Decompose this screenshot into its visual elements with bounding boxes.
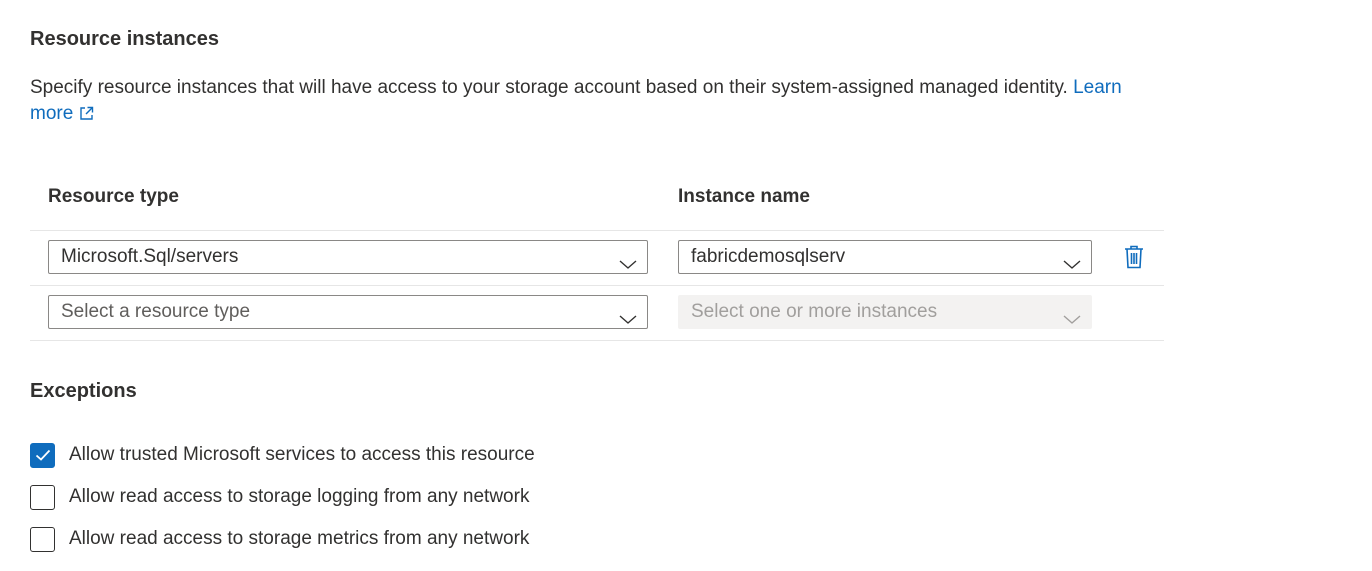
exception-storage-metrics[interactable]: Allow read access to storage metrics fro… xyxy=(30,525,529,553)
delete-icon[interactable] xyxy=(1124,245,1144,274)
instance-name-dropdown-disabled: Select one or more instances xyxy=(678,295,1092,329)
resource-instances-heading: Resource instances xyxy=(30,28,219,50)
chevron-down-icon xyxy=(619,250,637,282)
resource-type-value: Microsoft.Sql/servers xyxy=(61,246,239,267)
exception-storage-logging[interactable]: Allow read access to storage logging fro… xyxy=(30,483,529,511)
learn-more-link-text-1: Learn xyxy=(1073,77,1122,98)
checkbox-label[interactable]: Allow read access to storage metrics fro… xyxy=(69,528,529,550)
description-text: Specify resource instances that will hav… xyxy=(30,77,1068,98)
table-row: Microsoft.Sql/servers fabricdemosqlserv xyxy=(30,231,1164,286)
checkmark-icon xyxy=(35,449,50,461)
checkbox-label[interactable]: Allow trusted Microsoft services to acce… xyxy=(69,444,535,466)
column-header-resource-type: Resource type xyxy=(48,186,179,207)
learn-more-link-text-2: more xyxy=(30,103,74,124)
exceptions-heading: Exceptions xyxy=(30,380,137,402)
checkbox-checked[interactable] xyxy=(30,442,55,468)
checkbox-unchecked[interactable] xyxy=(30,484,55,510)
resource-type-dropdown[interactable]: Select a resource type xyxy=(48,295,648,329)
chevron-down-icon xyxy=(1063,250,1081,282)
exception-trusted-services[interactable]: Allow trusted Microsoft services to acce… xyxy=(30,441,535,469)
instance-name-placeholder: Select one or more instances xyxy=(691,301,938,322)
chevron-down-icon xyxy=(1063,305,1081,337)
external-link-icon xyxy=(79,103,94,129)
checkbox-label[interactable]: Allow read access to storage logging fro… xyxy=(69,486,529,508)
column-header-instance-name: Instance name xyxy=(678,186,810,207)
chevron-down-icon xyxy=(619,305,637,337)
resource-type-placeholder: Select a resource type xyxy=(61,301,251,322)
resource-instances-description: Specify resource instances that will hav… xyxy=(30,75,1150,129)
resource-type-dropdown[interactable]: Microsoft.Sql/servers xyxy=(48,240,648,274)
instance-name-dropdown[interactable]: fabricdemosqlserv xyxy=(678,240,1092,274)
instance-name-value: fabricdemosqlserv xyxy=(691,246,846,267)
checkbox-unchecked[interactable] xyxy=(30,526,55,552)
resource-instances-table: Resource type Instance name Microsoft.Sq… xyxy=(30,178,1164,341)
table-header: Resource type Instance name xyxy=(30,178,1164,231)
table-row: Select a resource type Select one or mor… xyxy=(30,286,1164,341)
